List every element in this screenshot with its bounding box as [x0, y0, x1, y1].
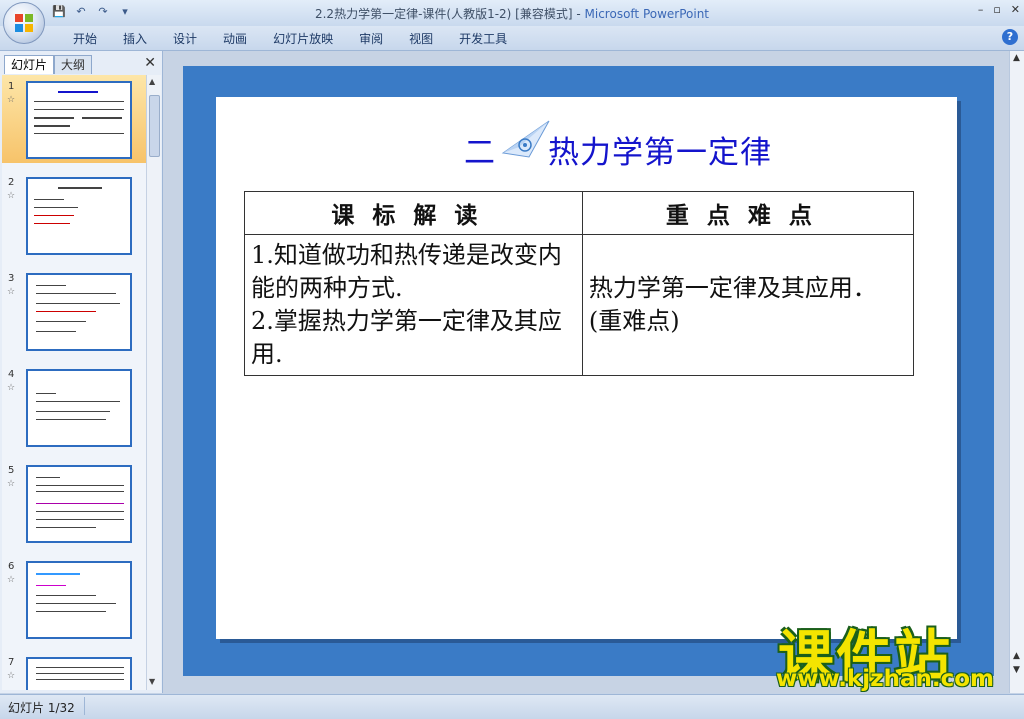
thumbnail-scrollbar[interactable]: ▲ ▼: [146, 75, 161, 690]
thumbnail-number: 3: [8, 273, 15, 284]
title-text: 热力学第一定律: [548, 135, 772, 171]
office-logo-icon: [15, 14, 33, 32]
animation-star-icon: ☆: [7, 95, 16, 105]
thumbnail-number: 6: [8, 561, 15, 572]
tab-slideshow[interactable]: 幻灯片放映: [260, 30, 346, 47]
slide-thumbnail-7[interactable]: 7 ☆: [2, 651, 146, 690]
editor-scrollbar[interactable]: ▲ ▲ ▼: [1009, 51, 1024, 693]
window-title: 2.2热力学第一定律-课件(人教版1-2) [兼容模式] - Microsoft…: [0, 5, 1024, 22]
animation-star-icon: ☆: [7, 287, 16, 297]
next-slide-icon[interactable]: ▼: [1013, 665, 1020, 675]
animation-star-icon: ☆: [7, 575, 16, 585]
slide-thumbnail-3[interactable]: 3 ☆: [2, 267, 146, 355]
prev-slide-icon[interactable]: ▲: [1013, 651, 1020, 661]
animation-star-icon: ☆: [7, 479, 16, 489]
restore-button[interactable]: ▫: [993, 3, 1000, 16]
office-button[interactable]: [3, 2, 45, 44]
ribbon-tabs: 开始 插入 设计 动画 幻灯片放映 审阅 视图 开发工具: [0, 26, 1024, 51]
animation-star-icon: ☆: [7, 191, 16, 201]
tab-review[interactable]: 审阅: [346, 30, 396, 47]
status-divider: [84, 697, 85, 715]
tab-design[interactable]: 设计: [160, 30, 210, 47]
scroll-up-icon[interactable]: ▲: [149, 77, 155, 86]
slide-thumbnail-1[interactable]: 1 ☆: [2, 75, 146, 163]
thumbnail-number: 4: [8, 369, 15, 380]
slide-thumbnail-2[interactable]: 2 ☆: [2, 171, 146, 259]
slides-pane: 幻灯片 大纲 ✕ 1 ☆ 2 ☆ 3 ☆ 4 ☆ 5 ☆ 6 ☆ 7 ☆ ▲ ▼: [0, 51, 163, 693]
thumbnail-number: 1: [8, 81, 15, 92]
help-icon[interactable]: ?: [1002, 29, 1018, 45]
thumbnail-preview: [26, 657, 132, 690]
section-number: 二: [464, 135, 496, 171]
slide-counter: 幻灯片 1/32: [8, 701, 75, 715]
thumbnail-list: 1 ☆ 2 ☆ 3 ☆ 4 ☆ 5 ☆ 6 ☆ 7 ☆: [2, 75, 146, 690]
content-table[interactable]: 课标解读 重点难点 1.知道做功和热传递是改变内能的两种方式. 2.掌握热力学第…: [244, 191, 915, 376]
thumbnail-preview: [26, 465, 132, 543]
close-button[interactable]: ✕: [1011, 3, 1020, 16]
thumbnail-number: 7: [8, 657, 15, 668]
tab-outline[interactable]: 大纲: [54, 55, 93, 74]
objectives-cell: 1.知道做功和热传递是改变内能的两种方式. 2.掌握热力学第一定律及其应用.: [244, 234, 583, 376]
objective-2: 2.掌握热力学第一定律及其应用.: [251, 307, 562, 368]
scroll-up-icon[interactable]: ▲: [1013, 53, 1020, 63]
header-objectives: 课标解读: [244, 191, 583, 235]
thumbnail-number: 2: [8, 177, 15, 188]
thumbnail-preview: [26, 273, 132, 351]
tab-developer[interactable]: 开发工具: [446, 30, 520, 47]
watermark-url: www.kjzhan.com: [776, 666, 994, 692]
slide-thumbnail-5[interactable]: 5 ☆: [2, 459, 146, 547]
slide-thumbnail-6[interactable]: 6 ☆: [2, 555, 146, 643]
pane-tabs: 幻灯片 大纲 ✕: [2, 53, 160, 74]
status-bar: 幻灯片 1/32: [0, 694, 1024, 719]
tab-view[interactable]: 视图: [396, 30, 446, 47]
document-title: 2.2热力学第一定律-课件(人教版1-2) [兼容模式] -: [314, 7, 581, 21]
slide-thumbnail-4[interactable]: 4 ☆: [2, 363, 146, 451]
animation-star-icon: ☆: [7, 383, 16, 393]
slide-canvas: 二 热力学第一定律 课标解读 重点难点 1.知道做功和热传递是改变内能的两种方式.…: [216, 97, 957, 639]
window-controls: – ▫ ✕: [978, 3, 1020, 16]
thumbnail-preview: [26, 81, 132, 159]
animation-star-icon: ☆: [7, 671, 16, 681]
thumbnail-preview: [26, 561, 132, 639]
close-pane-icon[interactable]: ✕: [144, 55, 156, 71]
scroll-down-icon[interactable]: ▼: [149, 677, 155, 686]
paper-plane-icon: [501, 120, 550, 158]
thumbnail-preview: [26, 369, 132, 447]
header-key-points: 重点难点: [581, 191, 915, 235]
tab-slides[interactable]: 幻灯片: [4, 55, 55, 74]
title-bar: 💾 ↶ ↷ ▾ 2.2热力学第一定律-课件(人教版1-2) [兼容模式] - M…: [0, 0, 1024, 26]
tab-animations[interactable]: 动画: [210, 30, 260, 47]
thumbnail-number: 5: [8, 465, 15, 476]
key-points-cell: 热力学第一定律及其应用．(重难点): [581, 234, 915, 376]
app-name: Microsoft PowerPoint: [584, 7, 710, 21]
tab-home[interactable]: 开始: [60, 30, 110, 47]
tab-insert[interactable]: 插入: [110, 30, 160, 47]
minimize-button[interactable]: –: [978, 3, 984, 16]
scrollbar-thumb[interactable]: [149, 95, 160, 157]
objective-1: 1.知道做功和热传递是改变内能的两种方式.: [251, 241, 562, 302]
thumbnail-preview: [26, 177, 132, 255]
